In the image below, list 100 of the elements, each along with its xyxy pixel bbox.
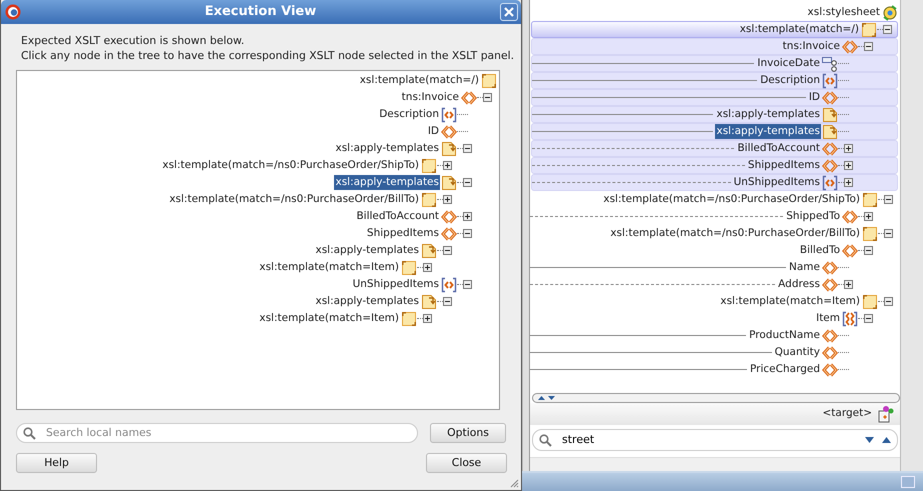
tree-node-label[interactable]: xsl:template(match=/ns0:PurchaseOrder/BillTo) — [168, 192, 420, 207]
element-icon — [822, 158, 838, 174]
tree-node-label[interactable]: ID — [808, 90, 821, 105]
tree-node-label[interactable]: xsl:template(match=/ns0:PurchaseOrder/ShipTo) — [602, 192, 861, 207]
tree-node-label[interactable]: xsl:template(match=/ns0:PurchaseOrder/BillTo) — [609, 226, 861, 241]
tree-node-label[interactable]: ProductName — [748, 328, 821, 343]
horizontal-scrollbar[interactable] — [530, 457, 900, 471]
tree-node-label[interactable]: xsl:stylesheet — [806, 5, 881, 20]
resize-grip-icon[interactable] — [510, 479, 519, 488]
search-input[interactable]: street — [560, 430, 857, 450]
tree-node-label[interactable]: xsl:apply-templates — [314, 243, 420, 258]
element-icon — [842, 242, 858, 258]
collapse-icon[interactable] — [463, 229, 472, 238]
tree-node-label[interactable]: xsl:template(match=/) — [738, 22, 860, 37]
collapse-icon[interactable] — [884, 297, 893, 306]
previous-match-icon[interactable] — [882, 437, 891, 443]
collapse-icon[interactable] — [883, 25, 892, 34]
element-icon — [822, 328, 838, 344]
template-icon — [862, 226, 878, 242]
tree-node-label[interactable]: InvoiceDate — [756, 56, 821, 71]
element-icon — [822, 276, 838, 292]
expand-icon[interactable] — [423, 314, 432, 323]
tree-node-label[interactable]: xsl:template(match=/) — [358, 73, 480, 88]
collapse-icon[interactable] — [884, 195, 893, 204]
close-button[interactable] — [500, 3, 518, 21]
help-button[interactable]: Help — [16, 453, 97, 473]
expand-icon[interactable] — [844, 280, 853, 289]
collapse-icon[interactable] — [443, 246, 452, 255]
expand-icon[interactable] — [864, 212, 873, 221]
close-button[interactable]: Close — [426, 453, 507, 473]
tree-node-label[interactable]: PriceCharged — [749, 362, 821, 377]
description-text: Click any node in the tree to have the corresponding XSLT node selected in the XSLT panel. — [21, 48, 516, 63]
tree-node-label[interactable]: xsl:template(match=Item) — [258, 260, 400, 275]
tree-node-label[interactable]: xsl:template(match=Item) — [719, 294, 861, 309]
tree-node-label[interactable]: xsl:template(match=Item) — [258, 311, 400, 326]
expand-icon[interactable] — [844, 178, 853, 187]
tree-node-label[interactable]: tns:Invoice — [400, 90, 460, 105]
target-document-icon — [878, 405, 894, 423]
tree-node-label[interactable]: ShippedItems — [746, 158, 821, 173]
collapse-icon[interactable] — [463, 178, 472, 187]
apply-templates-icon — [822, 124, 838, 140]
target-label: <target> — [822, 406, 872, 422]
collapse-icon[interactable] — [463, 144, 472, 153]
repeating-element-icon — [842, 310, 858, 326]
expand-icon[interactable] — [463, 212, 472, 221]
tree-node-label[interactable]: xsl:apply-templates — [334, 141, 440, 156]
window-title: Execution View — [204, 3, 318, 22]
element-icon — [441, 208, 457, 224]
tree-node-label[interactable]: ShippedItems — [366, 226, 440, 241]
apply-templates-icon — [421, 242, 437, 258]
element-icon — [842, 38, 858, 54]
collapse-icon[interactable] — [864, 314, 873, 323]
tree-node-label[interactable]: Description — [759, 73, 821, 88]
collapse-icon[interactable] — [483, 93, 492, 102]
next-match-icon[interactable] — [865, 437, 874, 443]
element-icon — [822, 344, 838, 360]
tree-node-label[interactable]: Item — [815, 311, 841, 326]
stylesheet-icon — [882, 4, 898, 20]
template-icon — [401, 260, 417, 276]
optional-element-icon — [441, 106, 457, 122]
tree-node-label[interactable]: UnShippedItems — [352, 277, 440, 292]
tree-node-label[interactable]: xsl:apply-templates — [715, 124, 821, 139]
apply-templates-icon — [822, 106, 838, 122]
collapse-icon[interactable] — [884, 229, 893, 238]
tree-node-label[interactable]: Quantity — [774, 345, 821, 360]
tree-node-label[interactable]: ID — [426, 124, 440, 139]
element-icon — [822, 260, 838, 276]
tree-node-label[interactable]: Name — [788, 260, 821, 275]
element-icon — [822, 362, 838, 378]
tree-node-label[interactable]: BilledToAccount — [736, 141, 821, 156]
tree-node-label[interactable]: xsl:apply-templates — [334, 175, 440, 190]
tree-node-label[interactable]: BilledToAccount — [355, 209, 440, 224]
collapse-icon[interactable] — [864, 42, 873, 51]
tree-node-label[interactable]: xsl:template(match=/ns0:PurchaseOrder/ShipTo) — [161, 158, 420, 173]
expand-icon[interactable] — [443, 195, 452, 204]
template-icon — [861, 22, 877, 38]
expand-icon[interactable] — [443, 161, 452, 170]
tree-node-label[interactable]: ShippedTo — [785, 209, 841, 224]
tree-node-label[interactable]: xsl:apply-templates — [715, 107, 821, 122]
tree-node-label[interactable]: tns:Invoice — [782, 39, 841, 54]
scroll-arrows-icon[interactable] — [537, 395, 557, 401]
expand-icon[interactable] — [844, 161, 853, 170]
template-icon — [421, 192, 437, 208]
collapse-icon[interactable] — [463, 280, 472, 289]
tree-node-label[interactable]: UnShippedItems — [732, 175, 821, 190]
tree-node-label[interactable]: Description — [378, 107, 440, 122]
element-icon — [441, 226, 457, 242]
options-button[interactable]: Options — [430, 423, 506, 443]
template-icon — [401, 310, 417, 326]
expand-icon[interactable] — [423, 263, 432, 272]
collapse-icon[interactable] — [864, 246, 873, 255]
search-icon — [23, 426, 36, 440]
search-field[interactable]: street — [532, 429, 898, 451]
apply-templates-icon — [441, 140, 457, 156]
expand-icon[interactable] — [844, 144, 853, 153]
tree-node-label[interactable]: BilledTo — [798, 243, 841, 258]
collapse-icon[interactable] — [443, 297, 452, 306]
tree-node-label[interactable]: xsl:apply-templates — [314, 294, 420, 309]
tree-node-label[interactable]: Address — [777, 277, 821, 292]
close-icon — [504, 7, 514, 17]
